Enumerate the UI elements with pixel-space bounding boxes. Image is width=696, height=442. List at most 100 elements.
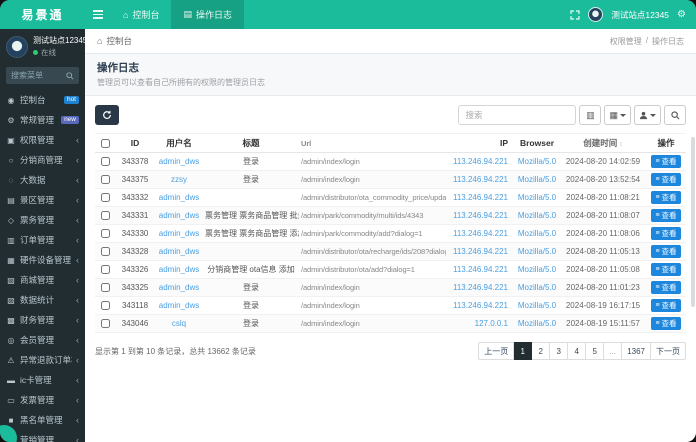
page-button[interactable]: 1367 (622, 342, 651, 360)
sidebar-menu-item[interactable]: ⚙ 常规管理 new ‹ (0, 110, 85, 130)
sidebar-menu-item[interactable]: ▧ 商城管理 ‹ (0, 270, 85, 290)
cell-username-link[interactable]: admin_dws (155, 283, 203, 292)
cell-ip-link[interactable]: 113.246.94.221 (446, 175, 514, 184)
row-checkbox[interactable] (100, 193, 110, 202)
sidebar-menu-item[interactable]: ■ 黑名单管理 ‹ (0, 410, 85, 430)
col-header-createtime[interactable]: 创建时间 ↕ (560, 137, 646, 149)
col-header-title[interactable]: 标题 (203, 137, 299, 149)
cell-browser-link[interactable]: Mozilla/5.0 (514, 157, 560, 166)
col-header-browser[interactable]: Browser (514, 138, 560, 148)
search-toggle-button[interactable] (664, 105, 686, 125)
sidebar-menu-item[interactable]: ⚠ 异常退款订单补单 ‹ (0, 350, 85, 370)
cell-ip-link[interactable]: 127.0.0.1 (446, 319, 514, 328)
sidebar-menu-item[interactable]: ▤ 景区管理 ‹ (0, 190, 85, 210)
header-username[interactable]: 测试站点12345 (611, 9, 669, 21)
cell-browser-link[interactable]: Mozilla/5.0 (514, 229, 560, 238)
row-checkbox[interactable] (100, 157, 110, 166)
page-button[interactable]: 2 (532, 342, 551, 360)
cell-ip-link[interactable]: 113.246.94.221 (446, 247, 514, 256)
sidebar-search-input[interactable] (11, 71, 62, 80)
view-button[interactable]: ≡ 查看 (651, 245, 681, 258)
cell-ip-link[interactable]: 113.246.94.221 (446, 301, 514, 310)
sidebar-menu-item[interactable]: ▬ ic卡管理 ‹ (0, 370, 85, 390)
next-page-button[interactable]: 下一页 (651, 342, 686, 360)
view-button[interactable]: ≡ 查看 (651, 317, 681, 330)
cell-username-link[interactable]: admin_dws (155, 229, 203, 238)
cell-username-link[interactable]: admin_dws (155, 247, 203, 256)
sidebar-menu-item[interactable]: ▦ 硬件设备管理 ‹ (0, 250, 85, 270)
gear-icon[interactable]: ⚙ (677, 9, 686, 20)
select-all-checkbox[interactable] (100, 138, 110, 148)
col-header-id[interactable]: ID (115, 138, 155, 148)
page-button[interactable]: 3 (550, 342, 569, 360)
cell-browser-link[interactable]: Mozilla/5.0 (514, 301, 560, 310)
scrollbar-thumb[interactable] (691, 137, 695, 307)
row-checkbox[interactable] (100, 247, 110, 256)
breadcrumb[interactable]: ⌂ 控制台 (97, 35, 132, 47)
user-avatar[interactable] (588, 7, 604, 22)
cell-browser-link[interactable]: Mozilla/5.0 (514, 211, 560, 220)
refresh-button[interactable] (95, 105, 119, 125)
col-header-ip[interactable]: IP (446, 138, 514, 148)
cell-browser-link[interactable]: Mozilla/5.0 (514, 265, 560, 274)
page-button[interactable]: 4 (568, 342, 587, 360)
row-checkbox[interactable] (100, 229, 110, 238)
cell-ip-link[interactable]: 113.246.94.221 (446, 193, 514, 202)
cell-username-link[interactable]: admin_dws (155, 301, 203, 310)
cell-username-link[interactable]: admin_dws (155, 157, 203, 166)
card-view-button[interactable]: ▥ (579, 105, 602, 125)
page-button[interactable]: 1 (514, 342, 533, 360)
view-button[interactable]: ≡ 查看 (651, 173, 681, 186)
sidebar-avatar[interactable] (6, 35, 28, 58)
top-tab[interactable]: ▤ 操作日志 (171, 0, 244, 29)
row-checkbox[interactable] (100, 283, 110, 292)
sidebar-search[interactable] (6, 67, 79, 84)
cell-username-link[interactable]: admin_dws (155, 211, 203, 220)
sidebar-menu-item[interactable]: ○ 分销商管理 ‹ (0, 150, 85, 170)
cell-username-link[interactable]: zzsy (155, 175, 203, 184)
row-checkbox[interactable] (100, 175, 110, 184)
col-header-url[interactable]: Url (299, 139, 446, 148)
brand-logo[interactable]: 易景通 (0, 0, 85, 29)
cell-browser-link[interactable]: Mozilla/5.0 (514, 193, 560, 202)
cell-ip-link[interactable]: 113.246.94.221 (446, 283, 514, 292)
prev-page-button[interactable]: 上一页 (478, 342, 515, 360)
cell-ip-link[interactable]: 113.246.94.221 (446, 157, 514, 166)
cell-ip-link[interactable]: 113.246.94.221 (446, 229, 514, 238)
cell-browser-link[interactable]: Mozilla/5.0 (514, 283, 560, 292)
columns-button[interactable]: ▦ (604, 105, 631, 125)
sidebar-menu-item[interactable]: ▭ 发票管理 ‹ (0, 390, 85, 410)
view-button[interactable]: ≡ 查看 (651, 209, 681, 222)
cell-username-link[interactable]: admin_dws (155, 193, 203, 202)
user-filter-button[interactable] (634, 105, 661, 125)
row-checkbox[interactable] (100, 301, 110, 310)
breadcrumb-parent[interactable]: 权限管理 (610, 36, 642, 47)
sidebar-menu-item[interactable]: ◉ 控制台 hot ‹ (0, 90, 85, 110)
cell-browser-link[interactable]: Mozilla/5.0 (514, 247, 560, 256)
view-button[interactable]: ≡ 查看 (651, 155, 681, 168)
sidebar-menu-item[interactable]: ◇ 票务管理 ‹ (0, 210, 85, 230)
sort-icon[interactable]: ↕ (619, 141, 623, 148)
cell-ip-link[interactable]: 113.246.94.221 (446, 265, 514, 274)
page-button[interactable]: 5 (586, 342, 605, 360)
view-button[interactable]: ≡ 查看 (651, 299, 681, 312)
sidebar-menu-item[interactable]: ▥ 订单管理 ‹ (0, 230, 85, 250)
cell-browser-link[interactable]: Mozilla/5.0 (514, 175, 560, 184)
sidebar-toggle-icon[interactable] (85, 0, 111, 29)
view-button[interactable]: ≡ 查看 (651, 281, 681, 294)
cell-username-link[interactable]: cslq (155, 319, 203, 328)
cell-browser-link[interactable]: Mozilla/5.0 (514, 319, 560, 328)
sidebar-menu-item[interactable]: ▩ 财务管理 ‹ (0, 310, 85, 330)
fullscreen-icon[interactable] (570, 9, 580, 20)
cell-username-link[interactable]: admin_dws (155, 265, 203, 274)
row-checkbox[interactable] (100, 211, 110, 220)
view-button[interactable]: ≡ 查看 (651, 263, 681, 276)
sidebar-menu-item[interactable]: ◌ 大数据 ‹ (0, 170, 85, 190)
page-button[interactable]: ... (604, 342, 623, 360)
view-button[interactable]: ≡ 查看 (651, 227, 681, 240)
row-checkbox[interactable] (100, 265, 110, 274)
top-tab[interactable]: ⌂ 控制台 (111, 0, 171, 29)
sidebar-menu-item[interactable]: ▨ 数据统计 ‹ (0, 290, 85, 310)
view-button[interactable]: ≡ 查看 (651, 191, 681, 204)
col-header-username[interactable]: 用户名 (155, 137, 203, 149)
